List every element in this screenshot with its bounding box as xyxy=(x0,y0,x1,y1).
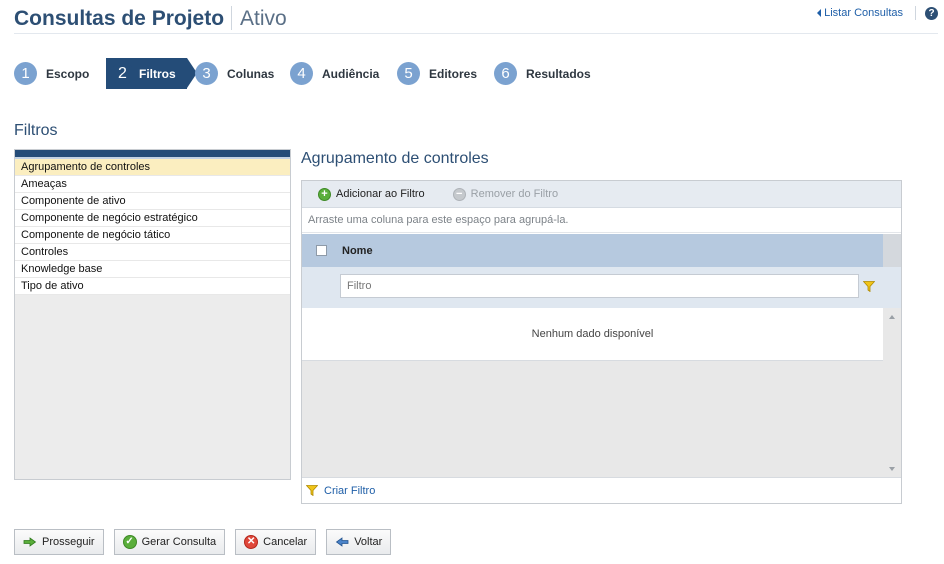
list-item[interactable]: Componente de negócio estratégico xyxy=(15,210,290,227)
title-divider xyxy=(231,6,233,30)
filter-category-list: Agrupamento de controles Ameaças Compone… xyxy=(14,149,291,480)
step-number: 4 xyxy=(290,62,313,85)
generate-query-label: Gerar Consulta xyxy=(141,536,217,548)
minus-icon: − xyxy=(452,187,466,201)
grid-filter-row xyxy=(302,267,883,308)
step-label: Filtros xyxy=(139,66,176,81)
list-item[interactable]: Agrupamento de controles xyxy=(15,159,290,176)
cancel-label: Cancelar xyxy=(263,536,308,548)
results-grid: Nome Nenhum dado disponível xyxy=(302,234,901,479)
step-escopo[interactable]: 1 Escopo xyxy=(14,58,89,89)
step-label: Editores xyxy=(429,66,478,81)
step-number: 6 xyxy=(494,62,517,85)
panel-footer: Criar Filtro xyxy=(302,477,901,503)
step-filtros[interactable]: 2 Filtros xyxy=(106,58,197,89)
list-item[interactable]: Componente de negócio tático xyxy=(15,227,290,244)
back-label: Voltar xyxy=(354,536,383,548)
action-bar: Prosseguir ✓ Gerar Consulta ✕ Cancelar V… xyxy=(14,529,392,555)
proceed-label: Prosseguir xyxy=(42,536,95,548)
filter-toolbar: + Adicionar ao Filtro − Remover do Filtr… xyxy=(302,181,901,208)
step-label: Audiência xyxy=(322,66,380,81)
check-icon: ✓ xyxy=(122,535,137,549)
vertical-scrollbar[interactable] xyxy=(883,308,901,479)
add-filter-button[interactable]: + Adicionar ao Filtro xyxy=(318,187,425,201)
step-editores[interactable]: 5 Editores xyxy=(397,58,477,89)
top-divider xyxy=(915,6,916,20)
list-item[interactable]: Componente de ativo xyxy=(15,193,290,210)
step-audiencia[interactable]: 4 Audiência xyxy=(290,58,379,89)
step-label: Escopo xyxy=(46,66,90,81)
arrow-right-icon xyxy=(23,537,37,547)
step-label: Colunas xyxy=(227,66,275,81)
list-item[interactable]: Ameaças xyxy=(15,176,290,193)
header-divider xyxy=(14,33,938,34)
name-filter-input[interactable] xyxy=(340,274,859,298)
remove-filter-button[interactable]: − Remover do Filtro xyxy=(452,187,559,201)
scroll-up-arrow-icon[interactable] xyxy=(889,315,895,319)
grid-header: Nome xyxy=(302,234,883,267)
help-icon[interactable]: ? xyxy=(925,6,938,20)
step-resultados[interactable]: 6 Resultados xyxy=(494,58,591,89)
create-filter-link[interactable]: Criar Filtro xyxy=(324,485,375,497)
filter-panel: + Adicionar ao Filtro − Remover do Filtr… xyxy=(301,180,902,504)
list-item[interactable]: Knowledge base xyxy=(15,261,290,278)
page-subtitle: Ativo xyxy=(240,7,287,30)
step-number: 3 xyxy=(195,62,218,85)
remove-filter-label: Remover do Filtro xyxy=(470,188,559,200)
detail-title: Agrupamento de controles xyxy=(301,150,489,167)
back-button[interactable]: Voltar xyxy=(326,529,392,555)
generate-query-button[interactable]: ✓ Gerar Consulta xyxy=(113,529,226,555)
back-arrow-icon xyxy=(817,9,822,17)
step-colunas[interactable]: 3 Colunas xyxy=(195,58,274,89)
proceed-button[interactable]: Prosseguir xyxy=(14,529,104,555)
select-all-checkbox[interactable] xyxy=(316,245,327,256)
filters-section-title: Filtros xyxy=(14,122,58,139)
step-number: 1 xyxy=(14,62,37,85)
list-item[interactable]: Tipo de ativo xyxy=(15,278,290,295)
arrow-left-icon xyxy=(336,537,349,547)
cancel-icon: ✕ xyxy=(244,535,259,549)
scroll-down-arrow-icon[interactable] xyxy=(889,467,895,471)
create-filter-funnel-icon xyxy=(306,485,318,496)
filter-funnel-icon[interactable] xyxy=(863,281,875,292)
plus-icon: + xyxy=(318,187,331,201)
filter-row-scroll-corner xyxy=(883,267,901,308)
step-label: Resultados xyxy=(526,66,591,81)
list-queries-link[interactable]: Listar Consultas xyxy=(817,7,903,19)
header-scroll-corner xyxy=(883,234,901,267)
page-title: Consultas de Projeto Ativo xyxy=(14,6,287,31)
no-data-message: Nenhum dado disponível xyxy=(302,308,883,361)
list-item[interactable]: Controles xyxy=(15,244,290,261)
column-header-nome[interactable]: Nome xyxy=(342,245,373,257)
group-drop-zone[interactable]: Arraste uma coluna para este espaço para… xyxy=(302,208,901,233)
add-filter-label: Adicionar ao Filtro xyxy=(336,188,425,200)
top-links: Listar Consultas ? xyxy=(817,6,938,20)
list-header-bar xyxy=(15,150,290,159)
cancel-button[interactable]: ✕ Cancelar xyxy=(235,529,317,555)
page-title-main: Consultas de Projeto xyxy=(14,7,225,30)
step-number: 5 xyxy=(397,62,420,85)
list-queries-label: Listar Consultas xyxy=(824,7,903,19)
step-number: 2 xyxy=(111,62,134,85)
